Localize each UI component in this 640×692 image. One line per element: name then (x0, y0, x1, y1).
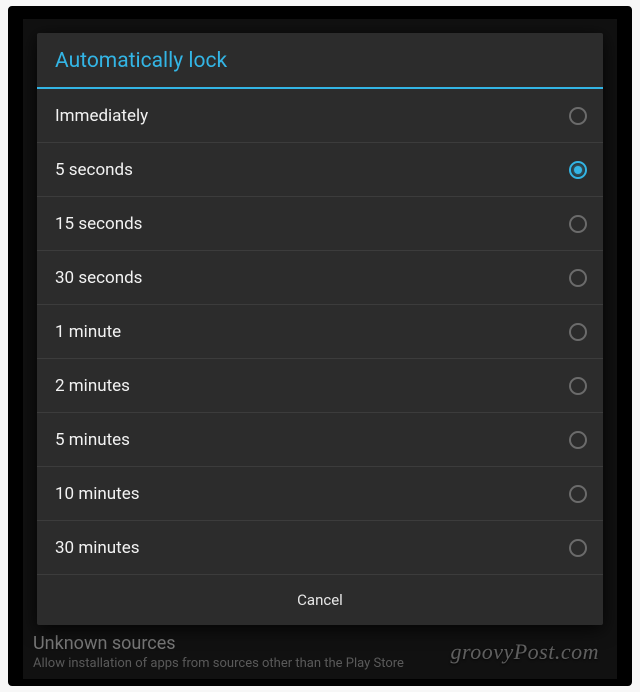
radio-icon[interactable] (569, 323, 587, 341)
option-label: 1 minute (55, 322, 121, 342)
option-row[interactable]: 30 minutes (37, 521, 603, 575)
option-label: 30 seconds (55, 268, 142, 288)
option-row[interactable]: 10 minutes (37, 467, 603, 521)
option-row[interactable]: 1 minute (37, 305, 603, 359)
option-row[interactable]: Immediately (37, 89, 603, 143)
cancel-button[interactable]: Cancel (37, 575, 603, 625)
option-label: 15 seconds (55, 214, 142, 234)
radio-icon[interactable] (569, 485, 587, 503)
dialog-title: Automatically lock (55, 49, 585, 73)
background-setting: Unknown sources Allow installation of ap… (33, 633, 607, 671)
option-label: 5 seconds (55, 160, 133, 180)
auto-lock-dialog: Automatically lock Immediately 5 seconds 1… (37, 33, 603, 625)
radio-icon[interactable] (569, 215, 587, 233)
option-row[interactable]: 15 seconds (37, 197, 603, 251)
radio-icon[interactable] (569, 269, 587, 287)
radio-icon[interactable] (569, 377, 587, 395)
options-list: Immediately 5 seconds 15 seconds 30 seconds… (37, 89, 603, 575)
cancel-button-label: Cancel (297, 591, 343, 609)
background-setting-title: Unknown sources (33, 633, 607, 654)
option-row[interactable]: 2 minutes (37, 359, 603, 413)
option-row[interactable]: 5 minutes (37, 413, 603, 467)
option-label: 2 minutes (55, 376, 130, 396)
option-label: Immediately (55, 106, 148, 126)
option-row[interactable]: 5 seconds (37, 143, 603, 197)
radio-icon[interactable] (569, 431, 587, 449)
screen: Unknown sources Allow installation of ap… (23, 19, 617, 679)
background-setting-subtitle: Allow installation of apps from sources … (33, 656, 607, 671)
dialog-header: Automatically lock (37, 33, 603, 87)
option-label: 30 minutes (55, 538, 139, 558)
option-label: 5 minutes (55, 430, 130, 450)
option-label: 10 minutes (55, 484, 139, 504)
radio-icon[interactable] (569, 161, 587, 179)
radio-icon[interactable] (569, 107, 587, 125)
radio-icon[interactable] (569, 539, 587, 557)
option-row[interactable]: 30 seconds (37, 251, 603, 305)
device-frame: Unknown sources Allow installation of ap… (8, 6, 632, 686)
